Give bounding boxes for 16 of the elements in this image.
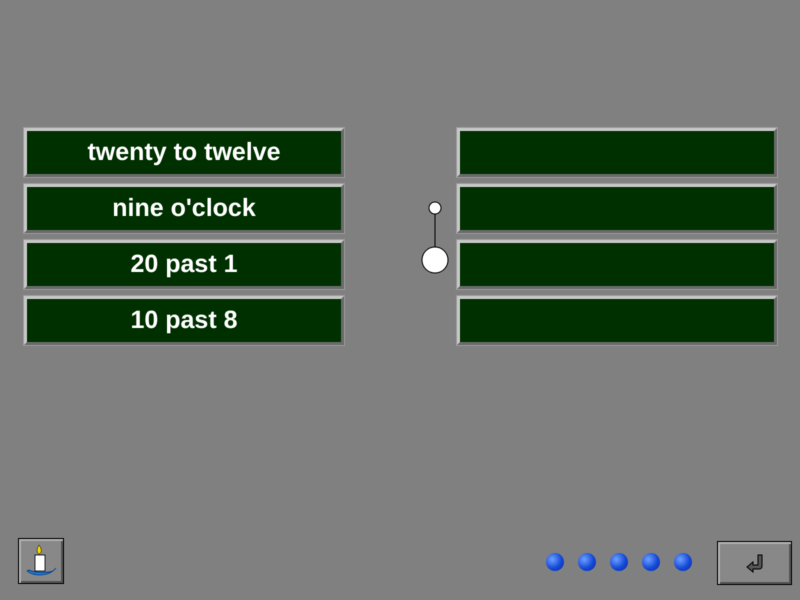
return-arrow-icon — [744, 553, 764, 573]
progress-dot — [610, 553, 628, 571]
answer-slot[interactable] — [457, 184, 777, 233]
phrase-tile[interactable]: 20 past 1 — [24, 240, 344, 289]
progress-dot — [642, 553, 660, 571]
progress-dot — [578, 553, 596, 571]
phrase-tile[interactable]: nine o'clock — [24, 184, 344, 233]
phrase-tile[interactable]: twenty to twelve — [24, 128, 344, 177]
progress-dot — [674, 553, 692, 571]
enter-button[interactable] — [717, 541, 792, 585]
candle-button[interactable] — [18, 538, 64, 584]
answer-slot[interactable] — [457, 128, 777, 177]
progress-dot — [546, 553, 564, 571]
answer-slot[interactable] — [457, 296, 777, 345]
phrase-tile[interactable]: 10 past 8 — [24, 296, 344, 345]
answer-slot[interactable] — [457, 240, 777, 289]
